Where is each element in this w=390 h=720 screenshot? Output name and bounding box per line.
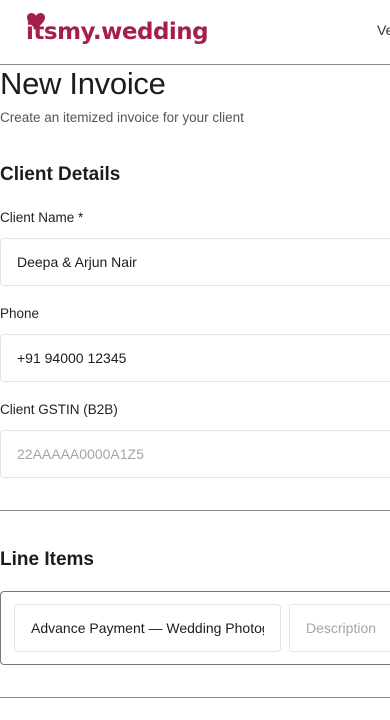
section-divider <box>0 510 390 511</box>
line-item-row <box>0 591 390 665</box>
section-divider <box>0 697 390 698</box>
page-subtitle: Create an itemized invoice for your clie… <box>0 110 244 125</box>
nav-link[interactable]: Ve <box>377 22 390 38</box>
phone-input[interactable] <box>0 334 390 382</box>
gstin-input[interactable] <box>0 430 390 478</box>
brand-logo[interactable]: itsmy.wedding <box>26 13 209 50</box>
client-name-input[interactable] <box>0 238 390 286</box>
client-name-label: Client Name * <box>0 210 84 225</box>
gstin-label: Client GSTIN (B2B) <box>0 402 118 417</box>
line-items-heading: Line Items <box>0 549 94 570</box>
page-title: New Invoice <box>0 66 166 101</box>
line-item-description-input[interactable] <box>289 604 390 652</box>
logo-text: itsmy.wedding <box>26 19 209 45</box>
app-header: itsmy.wedding Ve <box>0 0 390 65</box>
phone-label: Phone <box>0 306 40 321</box>
line-item-name-input[interactable] <box>14 604 281 652</box>
heart-icon <box>27 13 45 29</box>
client-details-heading: Client Details <box>0 164 121 185</box>
